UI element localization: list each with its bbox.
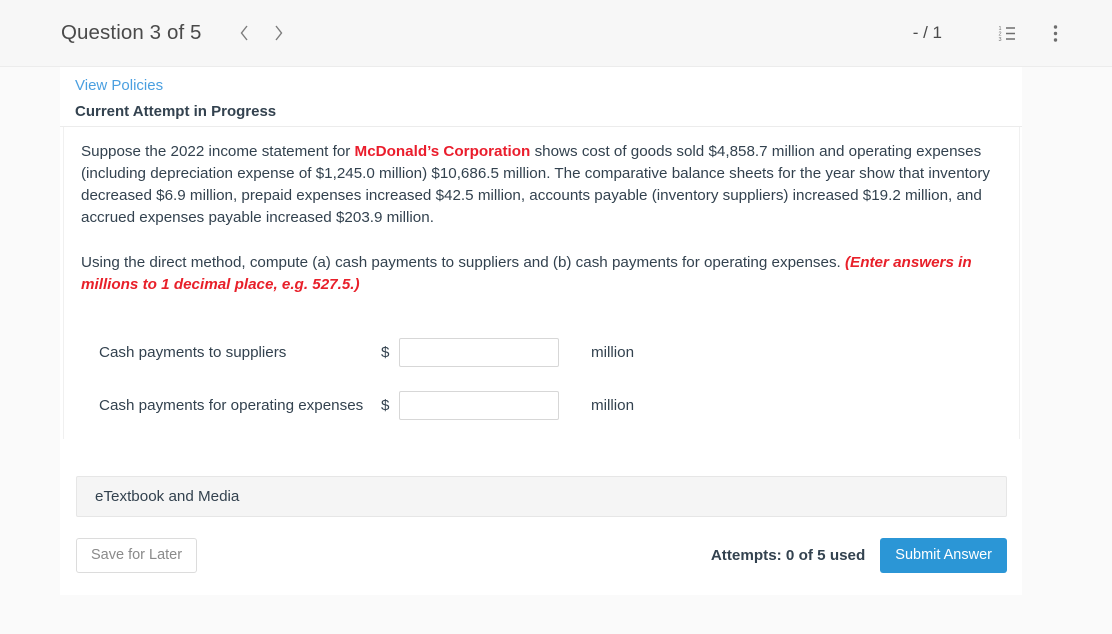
question-text: Suppose the 2022 income statement for Mc…	[81, 141, 996, 296]
answer-row: Cash payments for operating expenses $ m…	[81, 385, 1002, 425]
card-bottom-padding	[60, 583, 1022, 595]
toolbar-right-group: - / 1 1 2 3	[913, 16, 1072, 50]
page-count: - / 1	[912, 23, 942, 42]
question-paragraph-1: Suppose the 2022 income statement for Mc…	[81, 141, 996, 229]
question-navigation	[228, 16, 296, 50]
question-p1-pre: Suppose the 2022 income statement for	[81, 143, 355, 160]
chevron-right-icon[interactable]	[262, 16, 296, 50]
more-vertical-icon[interactable]	[1038, 16, 1072, 50]
cash-payments-suppliers-input[interactable]	[399, 337, 559, 367]
submit-answer-button[interactable]: Submit Answer	[880, 537, 1007, 573]
unit-label: million	[591, 396, 635, 414]
question-paragraph-2: Using the direct method, compute (a) cas…	[81, 252, 996, 296]
view-policies-link[interactable]: View Policies	[75, 77, 163, 94]
answer-label-suppliers: Cash payments to suppliers	[99, 343, 287, 361]
company-name: McDonald’s Corporation	[354, 143, 531, 160]
card-header: View Policies Current Attempt in Progres…	[60, 67, 1022, 127]
save-for-later-button[interactable]: Save for Later	[76, 537, 198, 573]
attempt-status-label: Current Attempt in Progress	[75, 103, 277, 120]
answer-label-operating-expenses: Cash payments for operating expenses	[99, 396, 364, 414]
attempts-counter: Attempts: 0 of 5 used	[710, 546, 866, 564]
top-toolbar: Question 3 of 5 - / 1 1 2 3	[0, 0, 1112, 67]
action-bar-right: Attempts: 0 of 5 used Submit Answer	[710, 537, 1007, 573]
answer-fields: Cash payments to suppliers $ million Cas…	[81, 332, 1002, 425]
chevron-left-icon[interactable]	[228, 16, 262, 50]
svg-text:3: 3	[998, 37, 1001, 43]
currency-symbol: $	[381, 396, 390, 414]
question-body: Suppose the 2022 income statement for Mc…	[63, 127, 1020, 439]
question-card: View Policies Current Attempt in Progres…	[60, 67, 1022, 595]
toolbar-left-group: Question 3 of 5	[61, 16, 296, 50]
unit-label: million	[591, 343, 635, 361]
etextbook-and-media-bar[interactable]: eTextbook and Media	[76, 476, 1007, 517]
numbered-list-icon[interactable]: 1 2 3	[990, 16, 1024, 50]
page-title: Question 3 of 5	[61, 21, 202, 44]
question-p2-pre: Using the direct method, compute (a) cas…	[81, 254, 845, 271]
cash-payments-operating-expenses-input[interactable]	[399, 390, 559, 420]
currency-symbol: $	[381, 343, 390, 361]
action-bar: Save for Later Attempts: 0 of 5 used Sub…	[76, 527, 1007, 583]
answer-row: Cash payments to suppliers $ million	[81, 332, 1002, 372]
